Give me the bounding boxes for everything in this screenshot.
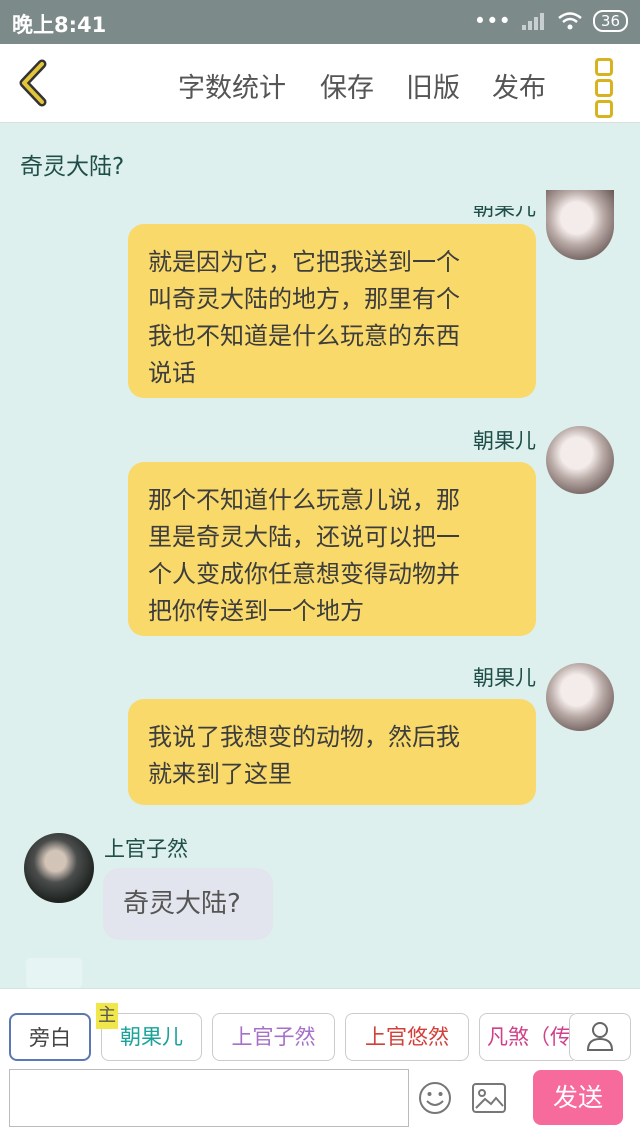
message-line: 就来到了这里 bbox=[148, 760, 292, 788]
publish-button[interactable]: 发布 bbox=[492, 66, 546, 105]
role-narration[interactable]: 旁白 bbox=[9, 1013, 91, 1061]
role-label: 旁白 bbox=[29, 1026, 71, 1050]
status-icons: ••• 36 bbox=[474, 9, 628, 33]
message-line: 那个不知道什么玩意儿说，那 bbox=[148, 486, 460, 514]
role-label: 上官子然 bbox=[231, 1025, 316, 1049]
speaker-name: 朝果儿 bbox=[473, 666, 536, 690]
message-line: 就是因为它，它把我送到一个 bbox=[148, 248, 460, 276]
role-label: 凡煞（传 bbox=[487, 1025, 571, 1049]
avatar[interactable] bbox=[546, 190, 614, 260]
wifi-icon bbox=[558, 12, 582, 30]
send-button[interactable]: 发送 bbox=[533, 1070, 623, 1125]
speaker-name: 朝果儿 bbox=[473, 429, 536, 453]
signal-dots-icon: ••• bbox=[473, 9, 511, 33]
role-label: 上官悠然 bbox=[365, 1025, 449, 1049]
top-toolbar: 字数统计 保存 旧版 发布 bbox=[0, 44, 640, 123]
message-input[interactable] bbox=[9, 1069, 409, 1127]
speaker-name: 朝果儿 bbox=[473, 196, 536, 220]
image-icon[interactable] bbox=[472, 1083, 506, 1113]
role-shangguan-ziran[interactable]: 上官子然 bbox=[212, 1013, 335, 1061]
signal-icon bbox=[521, 13, 544, 30]
message-line: 我说了我想变的动物，然后我 bbox=[148, 723, 460, 751]
status-time: 晚上8:41 bbox=[12, 13, 107, 37]
battery-indicator: 36 bbox=[592, 10, 628, 32]
composer-panel: 旁白 朝果儿 主 上官子然 上官悠然 凡煞（传 发送 bbox=[0, 988, 640, 1139]
chat-area[interactable]: 奇灵大陆? 朝果儿 就是因为它，它把我送到一个 叫奇灵大陆的地方，那里有个 我也… bbox=[0, 122, 640, 988]
avatar[interactable] bbox=[546, 663, 614, 731]
role-shangguan-youran[interactable]: 上官悠然 bbox=[345, 1013, 469, 1061]
role-label: 朝果儿 bbox=[120, 1025, 183, 1049]
avatar[interactable] bbox=[24, 833, 94, 903]
add-role-button[interactable] bbox=[569, 1013, 631, 1061]
old-version-button[interactable]: 旧版 bbox=[406, 66, 460, 105]
role-fansha[interactable]: 凡煞（传 bbox=[479, 1013, 579, 1061]
more-icon[interactable] bbox=[592, 58, 616, 118]
back-icon[interactable] bbox=[14, 58, 54, 108]
speaker-name: 上官子然 bbox=[104, 837, 188, 861]
person-icon bbox=[586, 1022, 614, 1051]
message-line: 说话 bbox=[148, 359, 196, 387]
message-line: 里是奇灵大陆，还说可以把一 bbox=[148, 523, 460, 551]
main-role-tag: 主 bbox=[96, 1003, 118, 1029]
status-bar: 晚上8:41 ••• 36 bbox=[0, 0, 640, 44]
message-line: 把你传送到一个地方 bbox=[148, 597, 364, 625]
avatar[interactable] bbox=[546, 426, 614, 494]
message-line: 叫奇灵大陆的地方，那里有个 bbox=[148, 285, 460, 313]
save-button[interactable]: 保存 bbox=[320, 66, 374, 105]
message-bubble[interactable]: 那个不知道什么玩意儿说，那 里是奇灵大陆，还说可以把一 个人变成你任意想变得动物… bbox=[128, 462, 536, 636]
word-count-button[interactable]: 字数统计 bbox=[178, 66, 286, 105]
message-bubble[interactable]: 奇灵大陆? bbox=[103, 868, 273, 940]
message-line: 个人变成你任意想变得动物并 bbox=[148, 560, 460, 588]
message-bubble[interactable]: 就是因为它，它把我送到一个 叫奇灵大陆的地方，那里有个 我也不知道是什么玩意的东… bbox=[128, 224, 536, 398]
message-line: 我也不知道是什么玩意的东西 bbox=[148, 322, 460, 350]
scroll-placeholder bbox=[26, 958, 82, 988]
message-bubble[interactable]: 我说了我想变的动物，然后我 就来到了这里 bbox=[128, 699, 536, 805]
emoji-icon[interactable] bbox=[418, 1081, 452, 1115]
chat-preview-text: 奇灵大陆? bbox=[20, 154, 125, 180]
